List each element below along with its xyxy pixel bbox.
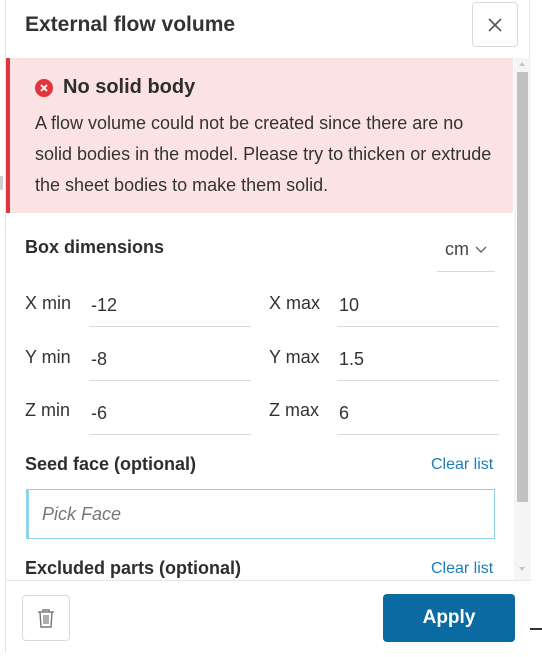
window-edge-line (530, 628, 542, 630)
scroll-down-arrow[interactable] (519, 567, 525, 571)
z-min-field[interactable]: -6 (89, 391, 251, 435)
x-max-field[interactable]: 10 (337, 283, 499, 327)
scroll-thumb[interactable] (517, 72, 528, 502)
external-flow-volume-panel: External flow volume No solid body A flo… (5, 0, 531, 653)
close-icon (488, 17, 502, 32)
unit-value: cm (445, 239, 469, 259)
pick-face-input[interactable]: Pick Face (26, 489, 495, 539)
panel-header: External flow volume (6, 0, 529, 59)
z-min-label: Z min (25, 400, 70, 420)
alert-message: A flow volume could not be created since… (35, 113, 492, 195)
alert-title: No solid body (63, 76, 196, 98)
y-min-label: Y min (25, 347, 71, 367)
seed-face-label: Seed face (optional) (25, 454, 197, 474)
excluded-parts-clear-list-link[interactable]: Clear list (431, 560, 493, 578)
z-max-label: Z max (269, 400, 320, 420)
box-dimensions-label: Box dimensions (25, 237, 165, 257)
window-edge-marker (0, 176, 3, 190)
panel-footer: Apply (6, 580, 531, 653)
close-button[interactable] (472, 2, 518, 47)
z-max-field[interactable]: 6 (337, 391, 499, 435)
chevron-down-icon (475, 246, 487, 253)
y-max-field[interactable]: 1.5 (337, 337, 499, 381)
unit-select[interactable]: cm (437, 228, 495, 272)
panel-title: External flow volume (25, 13, 236, 36)
error-icon (35, 79, 53, 97)
delete-button[interactable] (22, 595, 70, 641)
scroll-up-arrow[interactable] (519, 62, 525, 66)
apply-button[interactable]: Apply (383, 594, 515, 642)
x-max-label: X max (269, 293, 321, 313)
error-alert: No solid body A flow volume could not be… (6, 58, 513, 213)
y-min-field[interactable]: -8 (89, 337, 251, 381)
scrollbar[interactable] (514, 58, 531, 580)
y-max-label: Y max (269, 347, 320, 367)
seed-face-clear-list-link[interactable]: Clear list (431, 456, 493, 474)
trash-icon (38, 609, 54, 628)
excluded-parts-label: Excluded parts (optional) (25, 558, 242, 578)
x-min-label: X min (25, 293, 72, 313)
x-min-field[interactable]: -12 (89, 283, 251, 327)
